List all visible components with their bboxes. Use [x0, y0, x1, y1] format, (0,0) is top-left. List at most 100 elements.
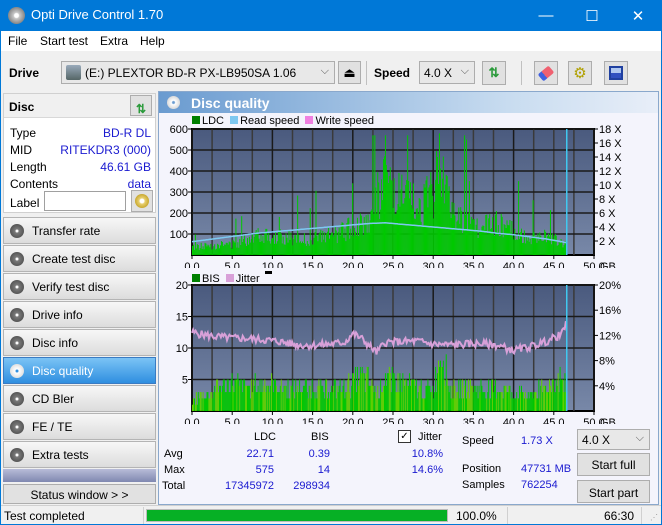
bar-bis [468, 398, 470, 411]
bar-bis [223, 379, 225, 411]
bar-bis [388, 366, 390, 411]
refresh-button[interactable]: ⇅ [482, 61, 506, 85]
x-tick-label: 30.0 [422, 417, 443, 424]
menu-help[interactable]: Help [140, 34, 165, 48]
bar-ldc [314, 232, 316, 255]
bar-bis [274, 379, 276, 411]
save-button[interactable] [604, 61, 628, 85]
nav-disc-quality[interactable]: Disc quality [3, 357, 156, 384]
bar-bis [379, 398, 381, 411]
bar-ldc [441, 178, 443, 255]
bar-bis [266, 385, 268, 411]
nav-cd-bler[interactable]: CD Bler [3, 385, 156, 412]
bar-ldc [214, 244, 216, 255]
bar-ldc [260, 234, 262, 255]
bar-bis [365, 373, 367, 411]
bar-ldc [219, 248, 221, 255]
menu-extra[interactable]: Extra [100, 34, 128, 48]
resize-grip[interactable]: ⋰ [650, 513, 658, 522]
bar-bis [263, 385, 265, 411]
eject-button[interactable]: ⏏ [338, 61, 361, 84]
nav-verify-test-disc[interactable]: Verify test disc [3, 273, 156, 300]
stats-header-bis: BIS [311, 431, 329, 443]
bar-bis [438, 366, 440, 411]
bar-bis [225, 392, 227, 411]
nav-drive-info[interactable]: Drive info [3, 301, 156, 328]
disc-label-button[interactable] [131, 190, 153, 212]
settings-button[interactable]: ⚙ [568, 61, 592, 85]
bar-ldc [445, 174, 447, 255]
bar-bis [522, 392, 524, 411]
minimize-button[interactable]: — [523, 0, 569, 31]
status-window-button[interactable]: Status window > > [3, 484, 156, 504]
bar-ldc [402, 203, 404, 255]
nav-disc-info[interactable]: Disc info [3, 329, 156, 356]
bar-ldc [305, 245, 307, 255]
test-speed-value: 4.0 X [582, 433, 611, 447]
bar-bis [245, 385, 247, 411]
bar-ldc [310, 240, 312, 255]
close-button[interactable]: ✕ [615, 0, 661, 31]
bar-ldc [428, 187, 430, 255]
bar-bis [304, 379, 306, 411]
bar-ldc [223, 244, 225, 255]
test-speed-select[interactable]: 4.0 X ⌵ [577, 429, 650, 450]
bar-ldc [450, 218, 452, 255]
status-separator [143, 507, 144, 524]
bar-ldc [276, 241, 278, 255]
start-full-button[interactable]: Start full [577, 453, 650, 476]
bar-ldc [417, 214, 419, 255]
bar-bis [204, 398, 206, 411]
erase-button[interactable] [534, 61, 558, 85]
drive-select[interactable]: (E:) PLEXTOR BD-R PX-LB950SA 1.06 ⌵ [61, 61, 335, 84]
nav-transfer-rate[interactable]: Transfer rate [3, 217, 156, 244]
bar-ldc [287, 242, 289, 255]
disc-refresh-button[interactable]: ⇅ [130, 95, 152, 116]
bar-ldc [212, 249, 214, 255]
bar-bis [529, 392, 531, 411]
maximize-button[interactable]: ☐ [569, 0, 615, 31]
bar-bis [292, 379, 294, 411]
menu-start-test[interactable]: Start test [40, 34, 88, 48]
menu-file[interactable]: File [8, 34, 27, 48]
bar-ldc [192, 245, 193, 255]
bar-ldc [469, 223, 471, 255]
bar-ldc [343, 237, 345, 255]
bar-ldc [275, 243, 277, 255]
bar-ldc [413, 218, 415, 255]
bar-bis [541, 379, 543, 411]
bar-ldc [309, 208, 311, 255]
nav-create-test-disc[interactable]: Create test disc [3, 245, 156, 272]
speed-select[interactable]: 4.0 X ⌵ [419, 61, 475, 84]
stats-row-avg-label: Avg [164, 448, 183, 460]
bar-bis [450, 398, 452, 411]
bar-ldc [322, 230, 324, 255]
bar-bis [543, 385, 545, 411]
bar-ldc [227, 244, 229, 255]
bar-bis [290, 385, 292, 411]
bar-ldc [522, 242, 524, 255]
bar-ldc [242, 241, 244, 255]
bar-ldc [508, 225, 510, 255]
bar-bis [203, 398, 205, 411]
bar-bis [228, 392, 230, 411]
stats-row-max-label: Max [164, 464, 185, 476]
bar-ldc [394, 214, 396, 255]
nav-extra-tests[interactable]: Extra tests [3, 441, 156, 468]
bar-ldc [538, 240, 540, 255]
bar-ldc [427, 207, 429, 255]
bar-bis [387, 373, 389, 411]
nav-fe-te[interactable]: FE / TE [3, 413, 156, 440]
bar-ldc [494, 214, 496, 255]
bar-ldc [366, 232, 368, 255]
bar-bis [398, 392, 400, 411]
bar-ldc [377, 172, 379, 255]
bar-bis [276, 392, 278, 411]
start-part-button[interactable]: Start part [577, 480, 650, 503]
bar-ldc [270, 243, 272, 255]
bar-ldc [514, 228, 516, 255]
bar-bis [558, 392, 560, 411]
disc-label-input[interactable] [44, 191, 126, 211]
jitter-checkbox[interactable]: ✓ [398, 430, 411, 443]
bar-bis [484, 392, 486, 411]
